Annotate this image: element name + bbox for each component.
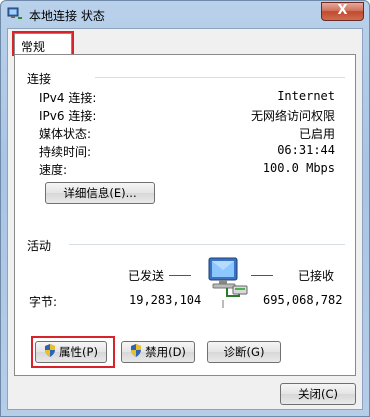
tab-general[interactable]: 常规	[14, 33, 72, 55]
properties-label: 属性(P)	[59, 345, 98, 359]
ipv4-value: Internet	[277, 89, 335, 103]
ipv6-label: IPv6 连接:	[39, 109, 97, 123]
details-button[interactable]: 详细信息(E)...	[45, 182, 155, 204]
properties-button[interactable]: 属性(P)	[35, 341, 107, 363]
diagnose-button[interactable]: 诊断(G)	[207, 341, 281, 363]
connection-divider	[95, 77, 345, 78]
title-bar[interactable]: 本地连接 状态 X	[1, 1, 369, 28]
close-icon[interactable]: X	[321, 2, 364, 21]
computer-network-icon	[203, 256, 253, 311]
speed-label: 速度:	[39, 163, 68, 177]
connection-heading: 连接	[27, 72, 52, 86]
duration-label: 持续时间:	[39, 145, 92, 159]
sent-label: 已发送	[128, 269, 165, 283]
activity-heading: 活动	[27, 239, 52, 253]
uac-shield-icon	[130, 343, 142, 363]
ipv4-label: IPv4 连接:	[39, 91, 97, 105]
received-bytes: 695,068,782	[263, 293, 343, 307]
media-state-label: 媒体状态:	[39, 127, 92, 141]
disable-button[interactable]: 禁用(D)	[121, 341, 195, 363]
bytes-label: 字节:	[29, 295, 58, 309]
media-state-value: 已启用	[298, 127, 335, 141]
uac-shield-icon	[44, 343, 56, 363]
network-connection-icon	[7, 6, 23, 22]
activity-divider	[69, 244, 345, 245]
duration-value: 06:31:44	[277, 143, 335, 157]
received-label: 已接收	[298, 269, 335, 283]
sent-bytes: 19,283,104	[129, 293, 202, 307]
sent-dash	[169, 275, 191, 276]
window-title: 本地连接 状态	[29, 9, 105, 23]
received-dash	[251, 275, 273, 276]
status-dialog: 本地连接 状态 X 常规 连接 IPv4 连接: Internet IPv6 连…	[0, 0, 370, 417]
disable-label: 禁用(D)	[145, 345, 186, 359]
ipv6-value: 无网络访问权限	[250, 109, 335, 123]
general-panel: 连接 IPv4 连接: Internet IPv6 连接: 无网络访问权限 媒体…	[14, 54, 356, 376]
close-button[interactable]: 关闭(C)	[280, 383, 356, 405]
dialog-client-area: 常规 连接 IPv4 连接: Internet IPv6 连接: 无网络访问权限…	[7, 28, 363, 410]
speed-value: 100.0 Mbps	[262, 161, 335, 175]
